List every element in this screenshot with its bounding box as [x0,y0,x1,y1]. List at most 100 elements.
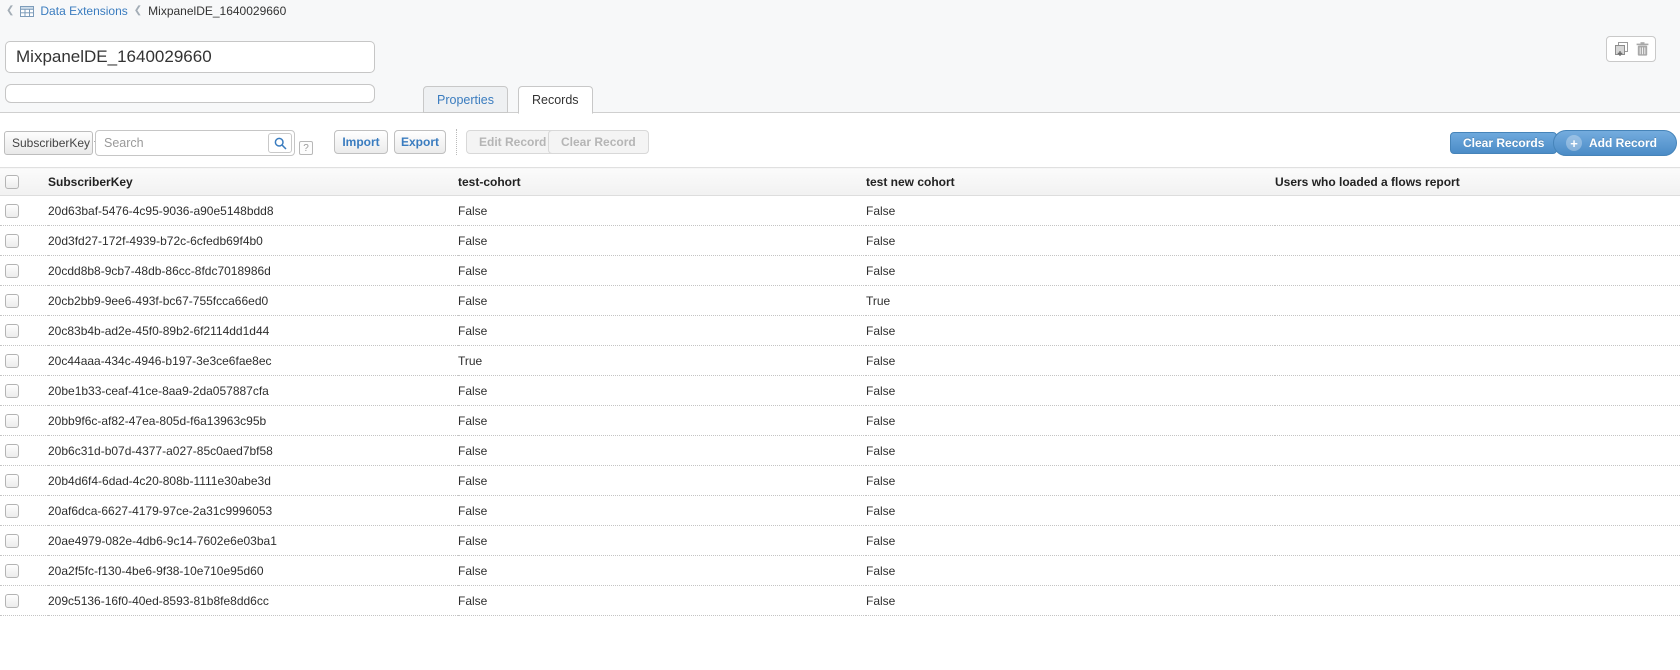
cell-subscriberkey: 20bb9f6c-af82-47ea-805d-f6a13963c95b [48,406,458,436]
tab-bar: Properties Records [423,86,593,114]
search-input[interactable] [95,130,295,156]
cell-test-new-cohort: False [866,556,1275,586]
cell-test-new-cohort: False [866,406,1275,436]
cell-test-new-cohort: False [866,346,1275,376]
cell-subscriberkey: 20d63baf-5476-4c95-9036-a90e5148bdd8 [48,196,458,226]
add-record-label: Add Record [1589,136,1657,150]
cell-test-cohort: False [458,556,866,586]
table-row[interactable]: 20af6dca-6627-4179-97ce-2a31c9996053 Fal… [0,496,1680,526]
row-checkbox[interactable] [5,384,19,398]
cell-subscriberkey: 20ae4979-082e-4db6-9c14-7602e6e03ba1 [48,526,458,556]
row-checkbox[interactable] [5,264,19,278]
table-row[interactable]: 20b6c31d-b07d-4377-a027-85c0aed7bf58 Fal… [0,436,1680,466]
row-checkbox[interactable] [5,324,19,338]
cell-subscriberkey: 20d3fd27-172f-4939-b72c-6cfedb69f4b0 [48,226,458,256]
breadcrumb-separator-icon: ❮ [134,6,142,16]
edit-record-button[interactable]: Edit Record [466,130,559,154]
cell-users-flows-report [1275,496,1680,526]
cell-users-flows-report [1275,286,1680,316]
cell-test-new-cohort: False [866,526,1275,556]
row-checkbox[interactable] [5,504,19,518]
search-field-dropdown[interactable]: SubscriberKey [4,131,93,155]
row-checkbox[interactable] [5,414,19,428]
cell-users-flows-report [1275,436,1680,466]
row-checkbox[interactable] [5,204,19,218]
cell-test-cohort: False [458,496,866,526]
cell-test-cohort: False [458,226,866,256]
copy-extension-icon[interactable] [1614,42,1629,56]
records-toolbar: SubscriberKey ? Import Export Edit Recor… [0,128,1680,158]
search-icon [274,137,287,150]
cell-test-cohort: False [458,256,866,286]
search-button[interactable] [268,133,292,153]
table-row[interactable]: 20b4d6f4-6dad-4c20-808b-1111e30abe3d Fal… [0,466,1680,496]
tab-properties-label: Properties [437,93,494,107]
import-button[interactable]: Import [334,130,388,154]
clear-records-button[interactable]: Clear Records [1450,132,1557,154]
row-checkbox[interactable] [5,354,19,368]
table-row[interactable]: 20cdd8b8-9cb7-48db-86cc-8fdc7018986d Fal… [0,256,1680,286]
cell-test-new-cohort: False [866,466,1275,496]
table-row[interactable]: 20c83b4b-ad2e-45f0-89b2-6f2114dd1d44 Fal… [0,316,1680,346]
tab-records[interactable]: Records [518,86,593,114]
back-chevron-icon[interactable]: ❮ [6,6,14,16]
cell-test-cohort: False [458,466,866,496]
cell-test-cohort: False [458,316,866,346]
row-checkbox[interactable] [5,444,19,458]
column-header-test-new-cohort: test new cohort [866,168,1275,196]
tab-properties[interactable]: Properties [423,86,508,113]
cell-users-flows-report [1275,526,1680,556]
table-row[interactable]: 20a2f5fc-f130-4be6-9f38-10e710e95d60 Fal… [0,556,1680,586]
breadcrumb-data-extensions-link[interactable]: Data Extensions [40,4,127,18]
table-row[interactable]: 20bb9f6c-af82-47ea-805d-f6a13963c95b Fal… [0,406,1680,436]
cell-users-flows-report [1275,256,1680,286]
data-extension-grid-icon [20,6,34,17]
extension-name-input[interactable] [5,41,375,73]
cell-subscriberkey: 20cb2bb9-9ee6-493f-bc67-755fcca66ed0 [48,286,458,316]
table-row[interactable]: 20d3fd27-172f-4939-b72c-6cfedb69f4b0 Fal… [0,226,1680,256]
row-checkbox[interactable] [5,594,19,608]
tab-records-label: Records [532,93,579,107]
cell-users-flows-report [1275,586,1680,616]
search-field-dropdown-value: SubscriberKey [12,136,90,150]
extension-description-input[interactable] [5,84,375,103]
cell-test-new-cohort: False [866,586,1275,616]
delete-extension-icon[interactable] [1636,42,1649,56]
search-box [95,130,295,156]
breadcrumb-current-item: MixpanelDE_1640029660 [148,4,286,18]
row-checkbox[interactable] [5,234,19,248]
clear-record-button[interactable]: Clear Record [548,130,649,154]
cell-subscriberkey: 20a2f5fc-f130-4be6-9f38-10e710e95d60 [48,556,458,586]
toolbar-divider [456,129,457,155]
table-row[interactable]: 20cb2bb9-9ee6-493f-bc67-755fcca66ed0 Fal… [0,286,1680,316]
extension-actions-group [1606,36,1656,62]
table-row[interactable]: 20be1b33-ceaf-41ce-8aa9-2da057887cfa Fal… [0,376,1680,406]
add-record-button[interactable]: + Add Record [1553,130,1677,156]
cell-test-new-cohort: False [866,256,1275,286]
cell-subscriberkey: 20c83b4b-ad2e-45f0-89b2-6f2114dd1d44 [48,316,458,346]
table-row[interactable]: 20d63baf-5476-4c95-9036-a90e5148bdd8 Fal… [0,196,1680,226]
table-row[interactable]: 20c44aaa-434c-4946-b197-3e3ce6fae8ec Tru… [0,346,1680,376]
breadcrumb: ❮ Data Extensions ❮ MixpanelDE_164002966… [6,3,286,19]
table-row[interactable]: 209c5136-16f0-40ed-8593-81b8fe8dd6cc Fal… [0,586,1680,616]
table-row[interactable]: 20ae4979-082e-4db6-9c14-7602e6e03ba1 Fal… [0,526,1680,556]
row-checkbox[interactable] [5,294,19,308]
cell-test-cohort: False [458,376,866,406]
select-all-checkbox[interactable] [5,175,19,189]
row-checkbox[interactable] [5,534,19,548]
cell-test-new-cohort: False [866,196,1275,226]
column-header-test-cohort: test-cohort [458,168,866,196]
row-checkbox[interactable] [5,564,19,578]
cell-users-flows-report [1275,196,1680,226]
table-header-row: SubscriberKey test-cohort test new cohor… [0,168,1680,196]
cell-test-new-cohort: False [866,376,1275,406]
cell-test-cohort: False [458,406,866,436]
cell-test-new-cohort: False [866,316,1275,346]
help-icon[interactable]: ? [299,141,313,155]
cell-users-flows-report [1275,346,1680,376]
export-button[interactable]: Export [394,130,446,154]
row-checkbox[interactable] [5,474,19,488]
column-header-subscriberkey: SubscriberKey [48,168,458,196]
cell-users-flows-report [1275,556,1680,586]
cell-users-flows-report [1275,406,1680,436]
